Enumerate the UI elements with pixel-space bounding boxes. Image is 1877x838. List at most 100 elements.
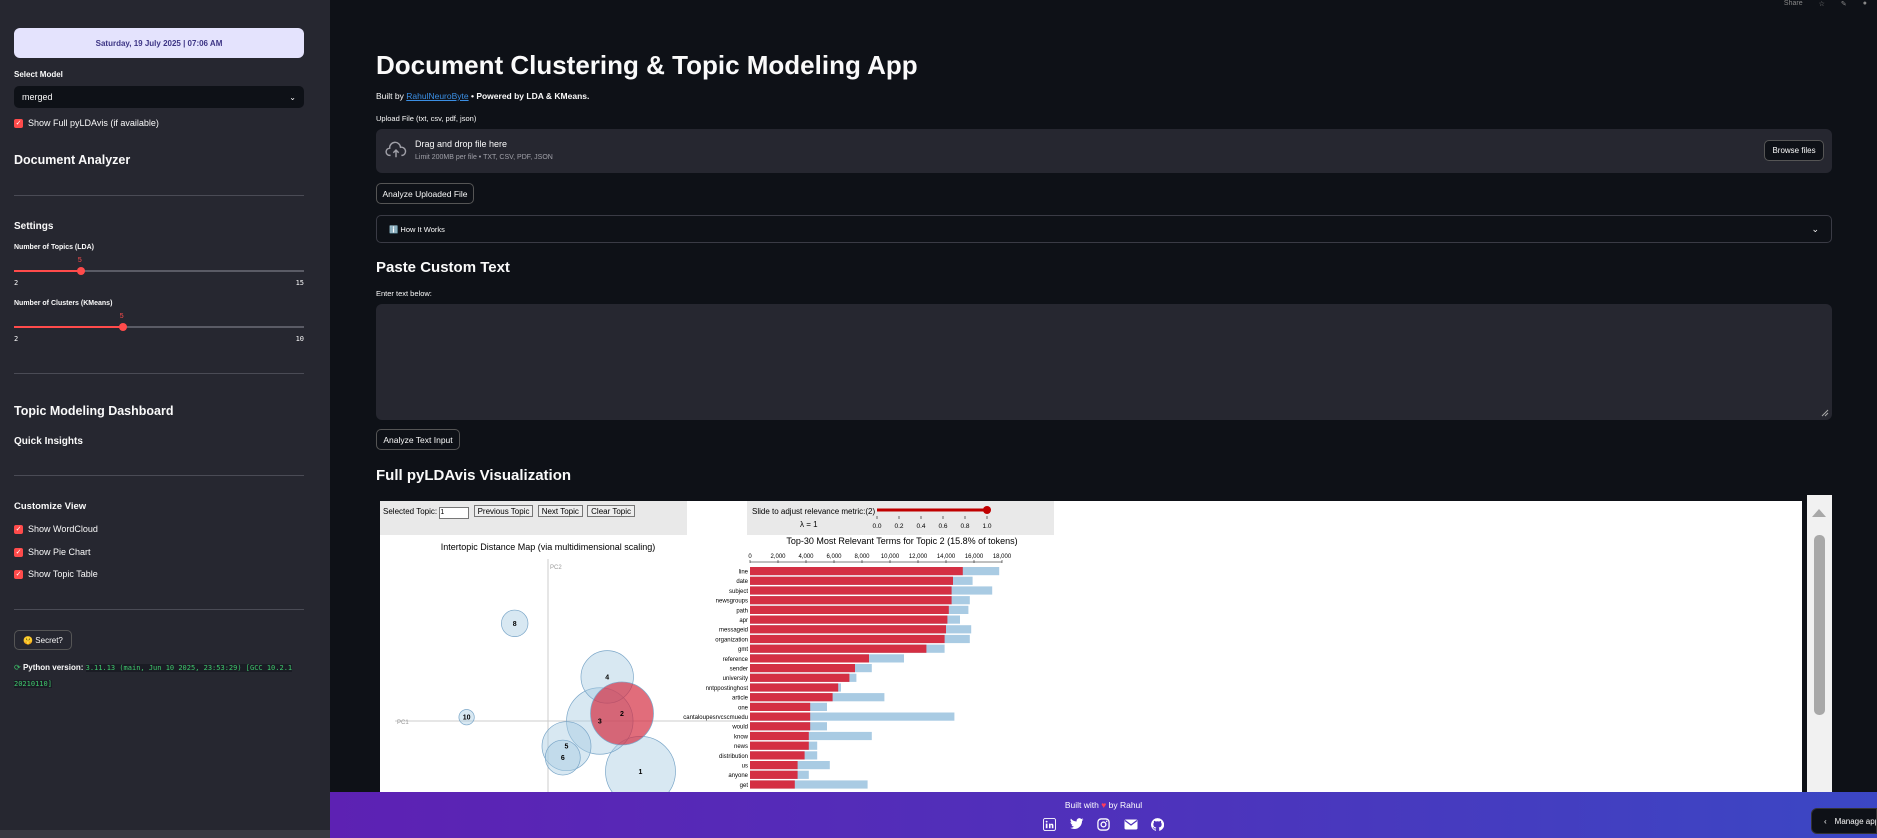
topics-min: 2: [14, 279, 19, 287]
selected-topic-input[interactable]: [439, 506, 470, 519]
term-label-know: know: [734, 734, 749, 740]
bar-topic-distribution: [750, 751, 805, 760]
term-label-university: university: [723, 676, 748, 682]
scroll-up-arrow-icon[interactable]: [1812, 509, 1826, 517]
topics-max: 15: [295, 279, 304, 287]
bar-overall-subject: [750, 586, 993, 595]
star-icon[interactable]: ☆: [1819, 0, 1825, 7]
how-it-works-expander[interactable]: ℹ️ How It Works ⌄: [376, 215, 1832, 243]
show-wordcloud-checkbox[interactable]: ✓ Show WordCloud: [14, 524, 98, 534]
bar-overall-reference: [750, 654, 904, 663]
checkbox-checked-icon: ✓: [14, 118, 23, 128]
bar-topic-get: [750, 780, 795, 789]
slider-thumb[interactable]: [76, 267, 85, 275]
bar-topic-apr: [750, 615, 948, 624]
next-topic-button[interactable]: Next Topic: [537, 505, 583, 517]
built-with-prefix: Built with: [1064, 800, 1099, 810]
built-by-line: Built by RahulNeuroByte • Powered by LDA…: [376, 91, 589, 101]
customize-view-heading: Customize View: [14, 501, 87, 512]
linkedin-icon[interactable]: [1041, 815, 1059, 833]
secret-button[interactable]: 🤫 Secret?: [14, 630, 72, 650]
bar-axis-tick: 4,000: [798, 554, 814, 560]
edit-icon[interactable]: ✎: [1841, 0, 1847, 7]
bar-topic-path: [750, 605, 949, 614]
pc1-label: PC1: [397, 720, 409, 726]
lambda-tick-label: 0.2: [894, 523, 903, 530]
bar-axis-tick: 6,000: [826, 554, 842, 560]
topic-label-10: 10: [463, 715, 471, 722]
bar-topic-nntppostinghost: [750, 683, 839, 692]
topics-slider[interactable]: 5: [14, 257, 304, 275]
show-pyldavis-checkbox[interactable]: ✓ Show Full pyLDAvis (if available): [14, 118, 159, 128]
relevance-slider[interactable]: 0.0 0.2 0.4 0.6 0.8 1.0: [872, 503, 1002, 531]
clusters-slider-range: 2 10: [14, 335, 304, 343]
term-label-get: get: [740, 783, 749, 789]
bar-overall-know: [750, 731, 872, 741]
chevron-left-icon: ‹: [1824, 816, 1827, 826]
relevance-label: Slide to adjust relevance metric:(2): [752, 507, 876, 516]
bar-topic-university: [750, 673, 850, 682]
author-link[interactable]: RahulNeuroByte: [406, 91, 468, 101]
dropzone-subtitle: Limit 200MB per file • TXT, CSV, PDF, JS…: [415, 154, 553, 161]
term-label-article: article: [732, 696, 749, 702]
instagram-icon[interactable]: [1095, 815, 1113, 833]
bar-overall-messageid: [750, 625, 972, 634]
scrollbar-thumb[interactable]: [1814, 535, 1825, 715]
select-model-value: merged: [22, 92, 53, 102]
paste-text-heading: Paste Custom Text: [376, 259, 510, 276]
clusters-slider[interactable]: 5: [14, 313, 304, 331]
pyldavis-frame[interactable]: Selected Topic: Previous Topic Next Topi…: [380, 501, 1802, 794]
github-icon[interactable]: ●: [1863, 0, 1867, 7]
upload-label: Upload File (txt, csv, pdf, json): [376, 114, 477, 123]
divider: [14, 475, 304, 476]
settings-heading: Settings: [14, 221, 54, 232]
term-label-path: path: [736, 608, 748, 614]
twitter-icon[interactable]: [1068, 815, 1086, 833]
term-label-newsgroups: newsgroups: [716, 599, 748, 605]
social-links: [330, 815, 1877, 833]
topic-label-8: 8: [513, 621, 517, 628]
bar-axis-tick: 8,000: [854, 554, 870, 560]
show-topic-table-checkbox[interactable]: ✓ Show Topic Table: [14, 569, 98, 579]
checkbox-checked-icon: ✓: [14, 547, 23, 557]
pc2-label: PC2: [550, 565, 562, 571]
term-label-distribution: distribution: [719, 754, 748, 760]
file-dropzone[interactable]: Drag and drop file here Limit 200MB per …: [376, 129, 1832, 173]
slider-thumb[interactable]: [118, 323, 127, 331]
term-label-would: would: [731, 725, 748, 731]
select-model-dropdown[interactable]: merged ⌄: [14, 86, 304, 108]
clear-topic-button[interactable]: Clear Topic: [587, 505, 636, 517]
github-icon[interactable]: [1149, 815, 1167, 833]
term-label-subject: subject: [729, 589, 748, 595]
enter-text-label: Enter text below:: [376, 289, 432, 298]
topic-label-1: 1: [639, 769, 643, 776]
bar-topic-would: [750, 722, 811, 731]
term-label-messageid: messageid: [719, 628, 748, 634]
bar-axis-tick: 16,000: [965, 554, 984, 560]
topic-label-6: 6: [561, 755, 565, 762]
browse-files-button[interactable]: Browse files: [1764, 140, 1824, 161]
term-label-nntppostinghost: nntppostinghost: [706, 686, 749, 692]
share-button[interactable]: Share: [1784, 0, 1803, 7]
show-pie-chart-checkbox[interactable]: ✓ Show Pie Chart: [14, 547, 91, 557]
lambda-tick-label: 0.0: [872, 523, 881, 530]
footer-built-with: Built with ♥ by Rahul: [330, 800, 1877, 810]
bar-topic-us: [750, 761, 798, 770]
term-label-date: date: [736, 579, 748, 585]
topic-circle-2: [590, 681, 654, 746]
analyze-text-button[interactable]: Analyze Text Input: [376, 429, 460, 450]
show-pie-chart-label: Show Pie Chart: [28, 547, 91, 557]
bar-topic-anyone: [750, 770, 798, 779]
mail-icon[interactable]: [1122, 815, 1140, 833]
bar-axis-tick: 10,000: [881, 554, 900, 560]
lambda-slider-thumb: [983, 506, 991, 514]
iframe-scrollbar[interactable]: [1807, 495, 1832, 795]
bar-axis-tick: 14,000: [937, 554, 956, 560]
previous-topic-button[interactable]: Previous Topic: [473, 505, 534, 517]
analyze-uploaded-button[interactable]: Analyze Uploaded File: [376, 183, 474, 204]
chevron-down-icon: ⌄: [289, 92, 296, 102]
custom-text-input[interactable]: [376, 304, 1832, 420]
manage-app-button[interactable]: ‹ Manage app: [1811, 808, 1877, 834]
topic-label-3: 3: [598, 719, 602, 726]
resize-handle-icon[interactable]: [1820, 408, 1829, 417]
